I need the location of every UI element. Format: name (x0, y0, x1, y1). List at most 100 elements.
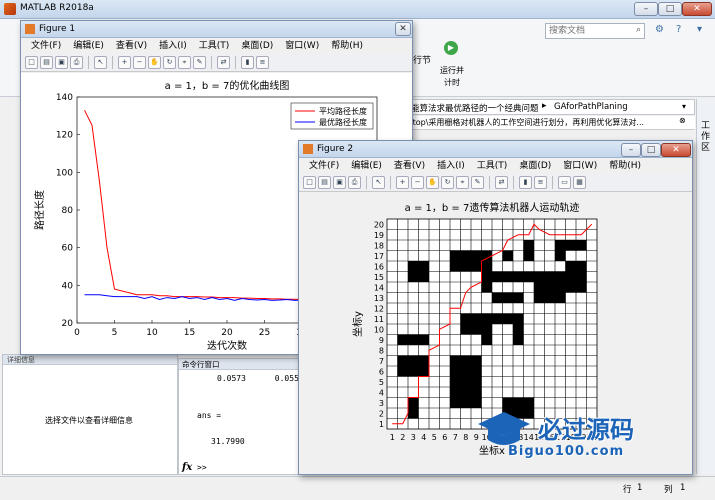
figure-2-minimize-button[interactable]: – (621, 143, 641, 157)
breadcrumb-1[interactable]: 能算法求最优路径的一个经典问题 (411, 102, 539, 114)
menu-view[interactable]: 查看(V) (388, 158, 431, 174)
expand-icon[interactable]: ▾ (697, 24, 702, 35)
brush-icon[interactable]: ✎ (193, 56, 206, 69)
open-file-icon[interactable]: ▤ (318, 176, 331, 189)
menu-window[interactable]: 窗口(W) (557, 158, 603, 174)
legend-icon[interactable]: ≡ (534, 176, 547, 189)
figure-1-close-button[interactable]: ✕ (395, 22, 411, 36)
search-box[interactable]: ⌕ (545, 23, 645, 39)
close-button[interactable]: ✕ (682, 2, 712, 16)
y-tick-label: 1 (379, 420, 384, 429)
colorbar-icon[interactable]: ▮ (519, 176, 532, 189)
obstacle-cell (471, 313, 482, 324)
menu-desktop[interactable]: 桌面(D) (513, 158, 557, 174)
data-cursor-icon[interactable]: ⌖ (178, 56, 191, 69)
zoom-out-icon[interactable]: − (411, 176, 424, 189)
workspace-label[interactable]: 工作区 (701, 121, 711, 154)
open-file-icon[interactable]: ▤ (40, 56, 53, 69)
search-icon[interactable]: ⌕ (636, 25, 641, 35)
menu-edit[interactable]: 编辑(E) (345, 158, 388, 174)
minimize-button[interactable]: – (634, 2, 658, 16)
zoom-in-icon[interactable]: + (396, 176, 409, 189)
menu-window[interactable]: 窗口(W) (279, 38, 325, 54)
run-section-label[interactable]: 行节 (413, 53, 431, 66)
new-figure-icon[interactable]: □ (303, 176, 316, 189)
pointer-icon[interactable]: ↖ (372, 176, 385, 189)
obstacle-cell (492, 271, 503, 282)
command-header: 命令行窗口 (179, 359, 299, 370)
pan-icon[interactable]: ✋ (426, 176, 439, 189)
zoom-in-icon[interactable]: + (118, 56, 131, 69)
run-timer-label-1[interactable]: 运行并 (440, 65, 464, 76)
maximize-button[interactable]: □ (658, 2, 682, 16)
menu-edit[interactable]: 编辑(E) (67, 38, 110, 54)
link-icon[interactable]: ⇄ (495, 176, 508, 189)
figure-2-toolbar: □ ▤ ▣ ⎙ ↖ + − ✋ ↻ ⌖ ✎ ⇄ ▮ ≡ ▭ ▦ (299, 174, 692, 192)
menu-help[interactable]: 帮助(H) (325, 38, 369, 54)
obstacle-cell (513, 292, 524, 303)
brush-icon[interactable]: ✎ (471, 176, 484, 189)
obstacle-cell (565, 261, 576, 272)
obstacle-cell (481, 261, 492, 272)
obstacle-cell (565, 282, 576, 293)
command-prompt[interactable]: >> (197, 463, 207, 472)
menu-view[interactable]: 查看(V) (110, 38, 153, 54)
dropdown-icon[interactable]: ▾ (682, 102, 686, 111)
x-axis-label: 迭代次数 (207, 339, 247, 352)
menu-insert[interactable]: 插入(I) (153, 38, 193, 54)
menu-file[interactable]: 文件(F) (25, 38, 67, 54)
figure-2-close-button[interactable]: ✕ (661, 143, 691, 157)
new-figure-icon[interactable]: □ (25, 56, 38, 69)
pointer-icon[interactable]: ↖ (94, 56, 107, 69)
x-tick-label: 1 (390, 433, 395, 442)
rotate-icon[interactable]: ↻ (163, 56, 176, 69)
link-icon[interactable]: ⇄ (217, 56, 230, 69)
print-icon[interactable]: ⎙ (70, 56, 83, 69)
zoom-out-icon[interactable]: − (133, 56, 146, 69)
menu-tools[interactable]: 工具(T) (193, 38, 236, 54)
file-header-close-icon[interactable]: ⊗ (679, 116, 686, 125)
save-icon[interactable]: ▣ (333, 176, 346, 189)
chart-title: a = 1，b = 7遗传算法机器人运动轨迹 (405, 201, 580, 214)
menu-insert[interactable]: 插入(I) (431, 158, 471, 174)
obstacle-cell (418, 271, 429, 282)
y-tick-label: 18 (374, 241, 384, 250)
obstacle-cell (450, 397, 461, 408)
obstacle-cell (450, 261, 461, 272)
obstacle-cell (460, 355, 471, 366)
fx-icon[interactable]: fx (182, 462, 192, 473)
colorbar-icon[interactable]: ▮ (241, 56, 254, 69)
rotate-icon[interactable]: ↻ (441, 176, 454, 189)
obstacle-cell (534, 292, 545, 303)
menu-help[interactable]: 帮助(H) (603, 158, 647, 174)
obstacle-cell (471, 355, 482, 366)
print-icon[interactable]: ⎙ (348, 176, 361, 189)
figure-2-titlebar[interactable]: Figure 2 – □ ✕ (299, 141, 692, 158)
y-tick-label: 8 (379, 346, 384, 355)
menu-file[interactable]: 文件(F) (303, 158, 345, 174)
settings-icon[interactable]: ⚙ (655, 24, 664, 35)
obstacle-cell (502, 250, 513, 261)
menu-desktop[interactable]: 桌面(D) (235, 38, 279, 54)
dock-icon[interactable]: ▭ (558, 176, 571, 189)
run-timer-label-2[interactable]: 计时 (444, 77, 460, 88)
command-window[interactable]: 命令行窗口 0.0573 0.0550 ans = 31.7990 fx >> (178, 358, 304, 475)
plot-tools-icon[interactable]: ▦ (573, 176, 586, 189)
help-icon[interactable]: ? (676, 24, 681, 35)
breadcrumb-separator-icon: ▸ (542, 101, 547, 111)
menu-tools[interactable]: 工具(T) (471, 158, 514, 174)
obstacle-cell (555, 240, 566, 251)
run-timer-icon[interactable]: ▶ (444, 41, 458, 55)
pan-icon[interactable]: ✋ (148, 56, 161, 69)
search-input[interactable] (546, 24, 628, 37)
save-icon[interactable]: ▣ (55, 56, 68, 69)
figure-2-title: Figure 2 (317, 144, 354, 154)
obstacle-cell (450, 355, 461, 366)
legend-icon[interactable]: ≡ (256, 56, 269, 69)
figure-2-maximize-button[interactable]: □ (641, 143, 661, 157)
figure-1-titlebar[interactable]: Figure 1 ✕ (21, 21, 412, 38)
breadcrumb-2[interactable]: GAforPathPlaning (554, 102, 628, 112)
data-cursor-icon[interactable]: ⌖ (456, 176, 469, 189)
obstacle-cell (555, 282, 566, 293)
obstacle-cell (523, 240, 534, 251)
